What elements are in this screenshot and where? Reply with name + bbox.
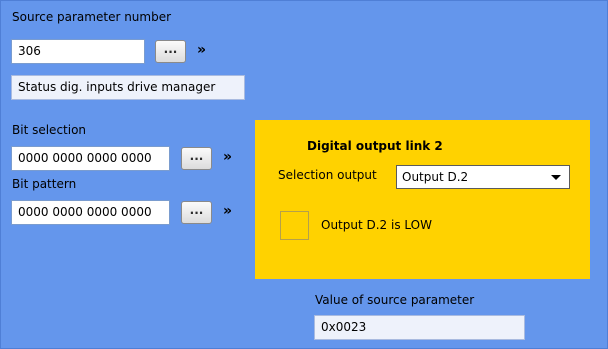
source-goto-icon[interactable]: » <box>197 42 206 58</box>
output-link-title: Digital output link 2 <box>307 139 443 153</box>
bit-selection-label: Bit selection <box>12 123 87 137</box>
bit-selection-browse-button[interactable]: ... <box>181 147 212 170</box>
bit-pattern-browse-button[interactable]: ... <box>181 201 212 224</box>
bit-pattern-input[interactable]: 0000 0000 0000 0000 <box>11 200 170 225</box>
selection-output-value: Output D.2 <box>402 170 469 184</box>
output-state-indicator <box>280 211 309 240</box>
digital-output-link-box: Digital output link 2 Selection output O… <box>255 120 590 279</box>
source-browse-button[interactable]: ... <box>155 40 186 63</box>
source-parameter-label: Source parameter number <box>12 10 172 24</box>
selection-output-label: Selection output <box>278 168 377 182</box>
bit-pattern-label: Bit pattern <box>12 177 77 191</box>
parameter-panel: Source parameter number 306 ... » Status… <box>0 0 608 349</box>
source-description-field: Status dig. inputs drive manager <box>11 75 245 100</box>
source-value-field: 0x0023 <box>314 315 525 340</box>
bit-selection-input[interactable]: 0000 0000 0000 0000 <box>11 146 170 171</box>
source-value-label: Value of source parameter <box>315 293 475 307</box>
bit-selection-goto-icon[interactable]: » <box>223 149 232 165</box>
source-parameter-input[interactable]: 306 <box>11 39 145 64</box>
chevron-down-icon <box>551 175 561 180</box>
output-state-text: Output D.2 is LOW <box>321 218 432 232</box>
bit-pattern-goto-icon[interactable]: » <box>223 203 232 219</box>
selection-output-dropdown[interactable]: Output D.2 <box>396 165 570 189</box>
